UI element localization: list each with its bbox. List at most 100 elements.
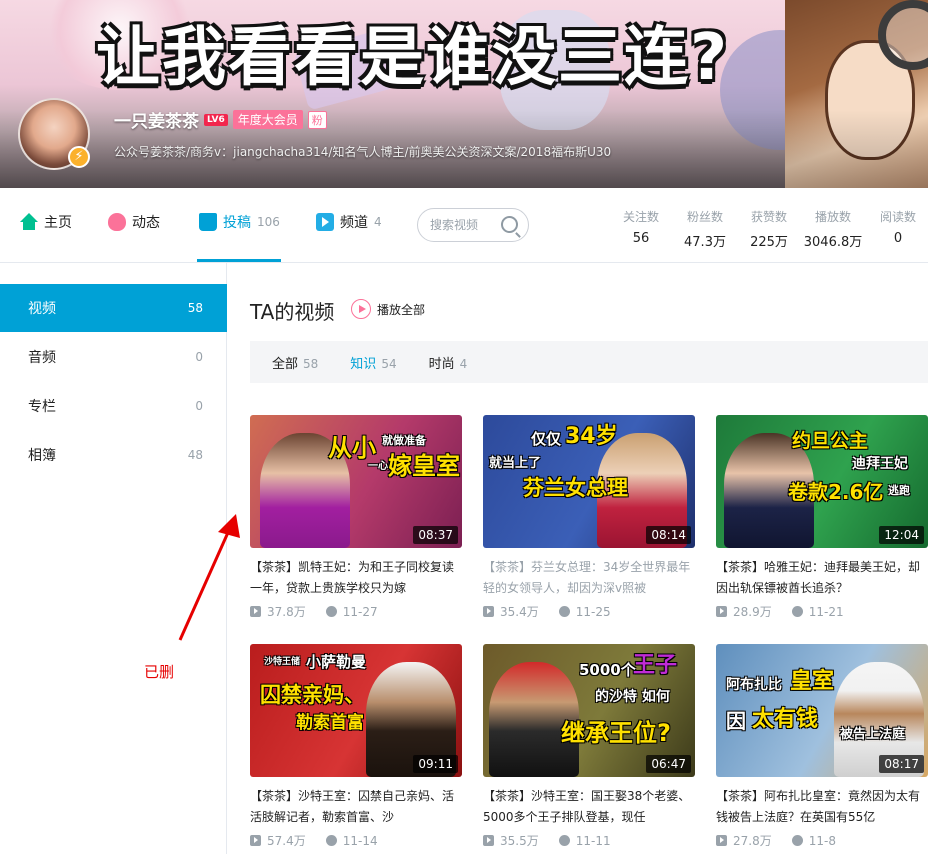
tab-channels[interactable]: 频道 4 [316,212,382,232]
search-icon[interactable] [501,216,518,233]
fan-badge[interactable]: 粉 [307,110,327,129]
video-thumbnail[interactable]: 从小 就做准备 一心只想 嫁皇室 08:37 [250,415,462,548]
sidebar-item-video[interactable]: 视频 58 [0,284,227,332]
video-card[interactable]: 仅仅 34岁 就当上了 芬兰女总理 08:14 【茶茶】芬兰女总理：34岁全世界… [483,415,695,620]
user-name[interactable]: 一只姜茶茶 [114,107,199,132]
filter-label: 知识 [350,356,377,372]
thumbnail-caption: 卷款2.6亿 [788,480,884,504]
tab-home[interactable]: 主页 [20,212,72,232]
thumbnail-caption: 小萨勒曼 [306,653,367,671]
user-description: 公众号姜茶茶/商务v：jiangchacha314/知名气人博主/前奥美公关资深… [114,145,612,159]
thumbnail-caption: 就做准备 [382,434,426,447]
play-circle-icon [351,299,371,319]
thumbnail-caption: 皇室 [790,669,835,694]
sidebar-item-label: 相簿 [28,448,56,464]
video-title[interactable]: 【茶茶】哈雅王妃：迪拜最美王妃，却因出轨保镖被酋长追杀？ [716,557,928,599]
arrow-head [218,514,240,538]
play-all-label: 播放全部 [377,302,426,317]
video-title[interactable]: 【茶茶】芬兰女总理：34岁全世界最年轻的女领导人，却因为深v照被 [483,557,695,599]
view-count: 28.9万 [733,605,772,619]
video-thumbnail[interactable]: 阿布扎比 皇室 因 太有钱 被告上法庭 08:17 [716,644,928,777]
filter-fashion[interactable]: 时尚 4 [429,353,468,372]
play-all-button[interactable]: 播放全部 [351,299,425,319]
upload-date: 11-25 [575,604,611,619]
stat-plays: 播放数 3046.8万 [801,208,865,250]
video-card[interactable]: 沙特王储 小萨勒曼 囚禁亲妈、 勒索首富 09:11 【茶茶】沙特王室：囚禁自己… [250,644,462,849]
filter-count: 58 [303,356,319,371]
sidebar-item-audio[interactable]: 音频 0 [0,333,227,381]
sidebar-item-count: 48 [187,448,203,462]
user-info: 一只姜茶茶 LV6 年度大会员 粉 [114,107,327,132]
video-card[interactable]: 从小 就做准备 一心只想 嫁皇室 08:37 【茶茶】凯特王妃：为和王子同校复读… [250,415,462,620]
view-count: 35.4万 [500,605,539,619]
stat-value: 47.3万 [684,235,726,250]
stat-following[interactable]: 关注数 56 [609,208,673,246]
tab-label: 动态 [132,215,160,231]
video-thumbnail[interactable]: 仅仅 34岁 就当上了 芬兰女总理 08:14 [483,415,695,548]
filter-all[interactable]: 全部 58 [272,353,318,372]
video-title[interactable]: 【茶茶】凯特王妃：为和王子同校复读一年，贷款上贵族学校只为嫁 [250,557,462,599]
sidebar-item-album[interactable]: 相簿 48 [0,431,227,479]
posts-icon [199,213,217,231]
sidebar-item-count: 0 [195,399,203,413]
vip-badge[interactable]: 年度大会员 [232,110,303,129]
clock-icon [325,835,337,846]
video-duration: 06:47 [646,755,691,773]
video-duration: 08:14 [646,526,691,544]
video-title[interactable]: 【茶茶】沙特王室：囚禁自己亲妈、活活肢解记者，勒索首富、沙 [250,786,462,828]
video-duration: 08:17 [879,755,924,773]
stat-label: 阅读数 [879,210,916,224]
sidebar-item-label: 音频 [28,350,56,366]
stat-label: 关注数 [622,210,659,224]
thumbnail-caption: 就当上了 [489,456,542,471]
video-card[interactable]: 5000个 王子 的沙特 如何 继承王位? 06:47 【茶茶】沙特王室：国王娶… [483,644,695,849]
video-title[interactable]: 【茶茶】阿布扎比皇室：竟然因为太有钱被告上法庭？在英国有55亿 [716,786,928,828]
tab-dynamic[interactable]: 动态 [108,212,160,232]
thumbnail-caption: 王子 [633,653,678,678]
video-meta: 28.9万 11-21 [716,603,928,620]
profile-nav: 主页 动态 投稿 106 频道 4 关注数 56 粉丝数 47.3万 获赞数 2… [0,188,928,263]
view-count: 57.4万 [267,834,306,848]
stat-value: 56 [632,231,650,246]
thumbnail-caption: 的沙特 如何 [595,689,670,705]
upload-date: 11-8 [808,833,836,848]
clock-icon [325,606,337,617]
view-count: 27.8万 [733,834,772,848]
level-badge[interactable]: LV6 [204,113,228,126]
video-thumbnail[interactable]: 5000个 王子 的沙特 如何 继承王位? 06:47 [483,644,695,777]
sidebar-item-column[interactable]: 专栏 0 [0,382,227,430]
thumbnail-caption: 约旦公主 [792,430,869,452]
active-tab-indicator [197,259,281,262]
thumbnail-caption: 囚禁亲妈、 [260,683,365,707]
video-thumbnail[interactable]: 沙特王储 小萨勒曼 囚禁亲妈、 勒索首富 09:11 [250,644,462,777]
clock-icon [558,835,570,846]
stat-fans[interactable]: 粉丝数 47.3万 [673,208,737,250]
play-count-icon [716,835,727,846]
dynamic-icon [108,213,126,231]
sidebar-item-count: 0 [195,350,203,364]
play-count-icon [483,606,494,617]
tab-label: 主页 [44,215,72,231]
video-card[interactable]: 阿布扎比 皇室 因 太有钱 被告上法庭 08:17 【茶茶】阿布扎比皇室：竟然因… [716,644,928,849]
search-input[interactable] [430,218,500,232]
thumbnail-caption: 阿布扎比 [726,677,782,693]
thumbnail-caption: 34岁 [565,424,618,449]
filter-label: 时尚 [428,356,455,372]
upload-date: 11-27 [342,604,378,619]
stat-label: 粉丝数 [686,210,723,224]
video-card[interactable]: 约旦公主 迪拜王妃 卷款2.6亿 逃跑 12:04 【茶茶】哈雅王妃：迪拜最美王… [716,415,928,620]
video-thumbnail[interactable]: 约旦公主 迪拜王妃 卷款2.6亿 逃跑 12:04 [716,415,928,548]
tab-count: 4 [374,215,382,229]
sidebar-item-label: 专栏 [28,399,56,415]
tab-posts[interactable]: 投稿 106 [199,212,280,232]
video-duration: 09:11 [413,755,458,773]
video-meta: 37.8万 11-27 [250,603,462,620]
clock-icon [791,835,803,846]
clock-icon [791,606,803,617]
filter-knowledge[interactable]: 知识 54 [350,353,396,372]
video-title[interactable]: 【茶茶】沙特王室：国王娶38个老婆、5000多个王子排队登基，现任 [483,786,695,828]
stat-value: 0 [893,231,903,246]
upload-date: 11-21 [808,604,844,619]
thumbnail-caption: 嫁皇室 [388,452,460,480]
thumbnail-caption: 沙特王储 [264,657,301,667]
